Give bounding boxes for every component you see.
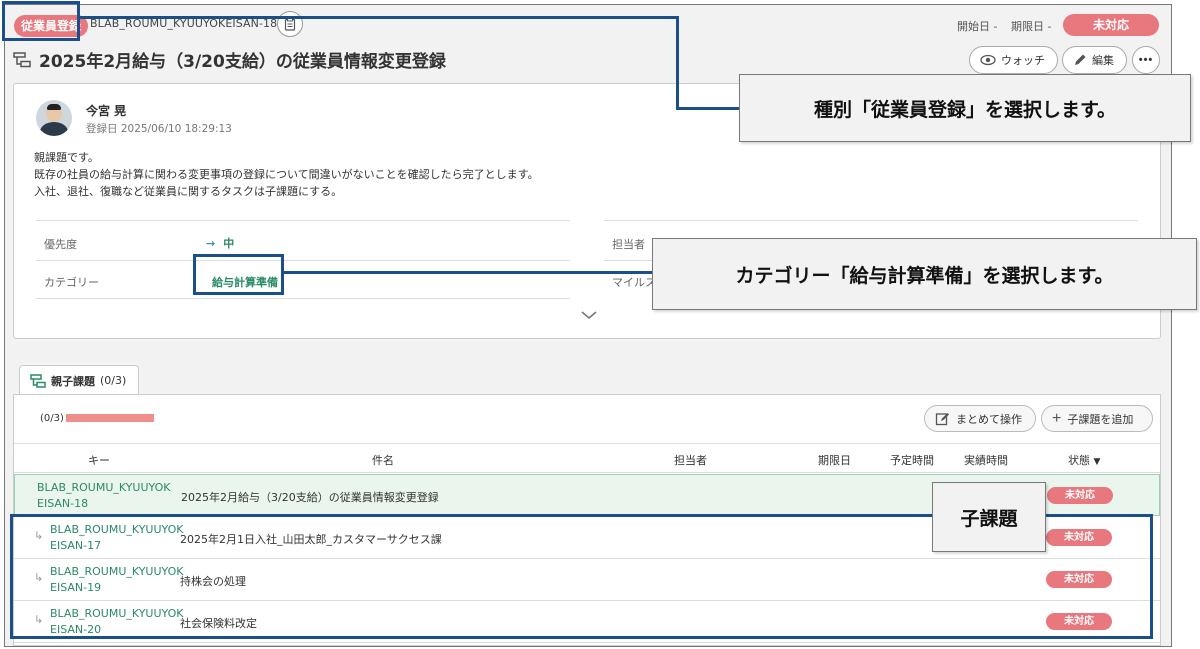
callout-connector xyxy=(676,107,740,110)
issue-key-link[interactable]: BLAB_ROUMU_KYUUYOKEISAN-18 xyxy=(37,480,177,512)
tab-label: 親子課題 xyxy=(51,374,95,388)
priority-value[interactable]: → 中 xyxy=(206,235,234,251)
assignee-label: 担当者 xyxy=(612,238,645,251)
milestone-label: マイルス xyxy=(612,276,656,289)
callout-connector xyxy=(284,271,654,274)
column-header-status[interactable]: 状態 ▼ xyxy=(1068,452,1100,468)
more-options-button[interactable]: ••• xyxy=(1132,46,1160,74)
due-date-label: 期限日 - xyxy=(1010,20,1052,33)
date-labels: 開始日 - 期限日 - xyxy=(957,18,1061,34)
category-label: カテゴリー xyxy=(44,276,99,289)
avatar xyxy=(36,100,72,136)
priority-label: 優先度 xyxy=(44,238,77,251)
bulk-operation-button[interactable]: まとめて操作 xyxy=(924,405,1036,432)
parent-child-icon xyxy=(30,373,46,388)
parent-child-icon xyxy=(13,51,31,67)
plus-icon: + xyxy=(1052,409,1062,427)
sort-down-icon: ▼ xyxy=(1093,457,1101,467)
category-callout: カテゴリー「給与計算準備」を選択します。 xyxy=(652,238,1197,310)
registered-date: 登録日 2025/06/10 18:29:13 xyxy=(86,123,232,135)
pencil-icon xyxy=(1075,54,1086,65)
divider xyxy=(36,298,570,299)
category-highlight xyxy=(193,254,284,295)
eye-icon xyxy=(980,54,996,66)
author-name: 今宮 晃 xyxy=(86,104,127,118)
watch-button[interactable]: ウォッチ xyxy=(969,46,1058,74)
type-callout: 種別「従業員登録」を選択します。 xyxy=(739,74,1191,142)
column-header-summary[interactable]: 件名 xyxy=(372,452,394,468)
watch-label: ウォッチ xyxy=(1001,55,1045,67)
bulk-label: まとめて操作 xyxy=(956,413,1022,426)
progress-text: (0/3) xyxy=(40,413,64,424)
description-line: 入社、退社、復職など従業員に関するタスクは子課題にする。 xyxy=(34,185,343,198)
description-line: 親課題です。 xyxy=(34,151,99,164)
column-header-key[interactable]: キー xyxy=(88,452,110,468)
table-header: キー 件名 担当者 期限日 予定時間 実績時間 状態 ▼ xyxy=(14,443,1160,473)
add-child-issue-button[interactable]: + 子課題を追加 xyxy=(1041,405,1153,432)
tab-count: (0/3) xyxy=(100,374,127,387)
status-dropdown[interactable]: 未対応 xyxy=(1063,14,1159,36)
description-line: 既存の社員の給与計算に関わる変更事項の登録について間違いがないことを確認したら完… xyxy=(34,168,539,181)
progress-bar xyxy=(66,414,154,422)
edit-button[interactable]: 編集 xyxy=(1062,46,1127,74)
edit-list-icon xyxy=(935,413,949,426)
divider xyxy=(36,260,570,261)
column-header-actual[interactable]: 実績時間 xyxy=(964,452,1008,468)
issue-type-highlight xyxy=(2,1,80,41)
status-header-label: 状態 xyxy=(1068,454,1090,467)
copy-key-button[interactable] xyxy=(277,11,303,37)
status-badge[interactable]: 未対応 xyxy=(1047,487,1113,504)
edit-label: 編集 xyxy=(1092,55,1114,67)
add-child-label: 子課題を追加 xyxy=(1067,413,1134,426)
children-callout: 子課題 xyxy=(932,482,1046,552)
divider xyxy=(604,220,1138,221)
chevron-down-icon[interactable] xyxy=(579,308,599,322)
column-header-estimated[interactable]: 予定時間 xyxy=(890,452,934,468)
tab-parent-child[interactable]: 親子課題 (0/3) xyxy=(19,365,139,395)
column-header-assignee[interactable]: 担当者 xyxy=(674,452,707,468)
page-title: 2025年2月給与（3/20支給）の従業員情報変更登録 xyxy=(39,52,446,72)
title-row: 2025年2月給与（3/20支給）の従業員情報変更登録 xyxy=(13,47,446,72)
issue-summary[interactable]: 2025年2月給与（3/20支給）の従業員情報変更登録 xyxy=(181,489,439,505)
column-header-due[interactable]: 期限日 xyxy=(818,452,851,468)
callout-connector xyxy=(80,16,676,19)
priority-text: 中 xyxy=(223,237,235,250)
clipboard-icon xyxy=(284,17,296,31)
arrow-right-icon: → xyxy=(206,237,216,250)
start-date-label: 開始日 - xyxy=(957,20,998,33)
description: 親課題です。 既存の社員の給与計算に関わる変更事項の登録について間違いがないこと… xyxy=(34,149,539,200)
divider xyxy=(36,220,570,221)
progress-fill xyxy=(66,414,154,422)
callout-connector xyxy=(676,16,679,109)
